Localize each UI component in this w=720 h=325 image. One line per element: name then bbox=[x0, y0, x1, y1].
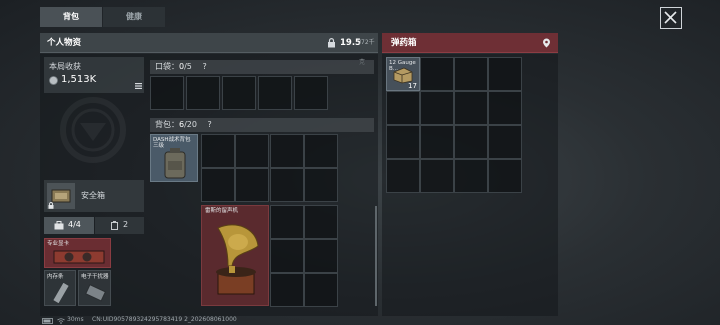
wifi-icon bbox=[57, 318, 65, 324]
tab-backpack[interactable]: 背包 bbox=[40, 7, 102, 27]
close-button[interactable] bbox=[660, 7, 682, 29]
memory-item-label: 内存条 bbox=[47, 274, 64, 280]
location-pin-icon[interactable] bbox=[542, 38, 551, 48]
ammo-cell[interactable] bbox=[386, 159, 420, 193]
backpack-cell[interactable] bbox=[304, 168, 338, 202]
ammo-header: 弹药箱 bbox=[382, 33, 558, 53]
backpack-cell[interactable] bbox=[304, 239, 338, 273]
pocket-slot[interactable] bbox=[186, 76, 220, 110]
backpack-cell[interactable] bbox=[201, 134, 235, 168]
ammo-cell[interactable] bbox=[420, 159, 454, 193]
backpack-cell[interactable] bbox=[304, 273, 338, 307]
backpack-label: 背包： bbox=[155, 120, 179, 129]
earnings-label: 本局收获 bbox=[49, 62, 81, 71]
jammer-item-label: 电子干扰器 bbox=[81, 274, 109, 280]
ammo-cell[interactable] bbox=[488, 57, 522, 91]
pocket-header: 口袋：0/5 ? bbox=[150, 60, 374, 74]
gramophone-icon bbox=[216, 224, 259, 295]
gpu-item-label: 专业显卡 bbox=[47, 241, 70, 247]
backpack-cell[interactable] bbox=[270, 239, 304, 273]
ping-text: 30ms bbox=[67, 316, 84, 323]
ammo-cell[interactable] bbox=[488, 91, 522, 125]
personal-scrollbar[interactable] bbox=[375, 206, 377, 306]
backpack-cell[interactable] bbox=[304, 134, 338, 168]
backpack-cell[interactable] bbox=[235, 134, 269, 168]
pocket-capacity: /5 bbox=[184, 62, 192, 71]
ammo-cell[interactable] bbox=[420, 91, 454, 125]
ammo-cell[interactable] bbox=[386, 125, 420, 159]
pocket-help-icon[interactable]: ? bbox=[202, 62, 206, 71]
jammer-item[interactable]: 电子干扰器 bbox=[78, 270, 111, 306]
backpack-header: 背包：6/20 ? bbox=[150, 118, 374, 132]
earnings-box[interactable]: 本局收获 1,513K bbox=[44, 57, 144, 93]
gramophone-label: 雷斯的留声机 bbox=[205, 208, 239, 214]
ammo-item[interactable]: 12 Gauge B... 17 bbox=[386, 57, 420, 91]
ammo-cell[interactable] bbox=[454, 57, 488, 91]
backpack-cell[interactable] bbox=[304, 205, 338, 239]
backpack-cell[interactable] bbox=[235, 168, 269, 202]
lock-icon bbox=[328, 38, 335, 48]
tab-health[interactable]: 健康 bbox=[103, 7, 165, 27]
ammo-cell[interactable] bbox=[488, 159, 522, 193]
pocket-slot[interactable] bbox=[294, 76, 328, 110]
coin-icon bbox=[49, 76, 58, 85]
toolbox-icon bbox=[54, 221, 64, 230]
uid-text: CN:UID905789324295783419 2_202608061000 bbox=[92, 316, 237, 323]
battery-icon bbox=[111, 221, 118, 230]
backpack-cell[interactable] bbox=[201, 168, 235, 202]
safe-box-label: 安全箱 bbox=[81, 191, 105, 200]
ammo-item-count: 17 bbox=[408, 82, 417, 90]
weight-current: 19.5 bbox=[340, 38, 361, 48]
ammo-cell[interactable] bbox=[420, 125, 454, 159]
backpack-help-icon[interactable]: ? bbox=[208, 120, 212, 129]
memory-item[interactable]: 内存条 bbox=[44, 270, 76, 306]
gpu-icon bbox=[53, 250, 105, 264]
safe-box-thumb bbox=[47, 183, 75, 209]
ammo-title: 弹药箱 bbox=[391, 38, 417, 48]
backpack-cell[interactable] bbox=[270, 168, 304, 202]
backpack-cell[interactable] bbox=[270, 205, 304, 239]
close-icon bbox=[664, 11, 677, 24]
personal-title: 个人物资 bbox=[47, 38, 82, 48]
ammo-cell[interactable] bbox=[454, 159, 488, 193]
ammo-cell[interactable] bbox=[386, 91, 420, 125]
backpack-cell[interactable] bbox=[270, 273, 304, 307]
battery-status-icon bbox=[42, 318, 53, 324]
pocket-slot[interactable] bbox=[150, 76, 184, 110]
tab-equipment-label: 4/4 bbox=[68, 220, 81, 229]
pocket-slot[interactable] bbox=[258, 76, 292, 110]
backpack-capacity: /20 bbox=[184, 120, 197, 129]
tab-equipment[interactable]: 4/4 bbox=[44, 217, 94, 234]
backpack-icon bbox=[164, 148, 186, 179]
jammer-icon bbox=[85, 284, 107, 302]
gpu-item[interactable]: 专业显卡 bbox=[44, 238, 111, 268]
pocket-slot[interactable] bbox=[222, 76, 256, 110]
memory-icon bbox=[53, 283, 69, 303]
ammo-cell[interactable] bbox=[454, 125, 488, 159]
pocket-label: 口袋： bbox=[155, 62, 179, 71]
tab-consumables[interactable]: 2 bbox=[95, 217, 144, 234]
earnings-value: 1,513K bbox=[61, 74, 97, 85]
list-icon bbox=[135, 83, 142, 89]
safe-box-slot[interactable]: 安全箱 bbox=[44, 180, 144, 212]
ammo-cell[interactable] bbox=[454, 91, 488, 125]
backpack-equip-slot[interactable]: DASH战术背包 三级 bbox=[150, 134, 198, 182]
gramophone-item[interactable]: 雷斯的留声机 bbox=[201, 205, 269, 306]
tab-consumables-label: 2 bbox=[123, 220, 129, 229]
lock-icon bbox=[48, 202, 54, 209]
ammo-cell[interactable] bbox=[420, 57, 454, 91]
personal-header: 个人物资 19.5 /72千克 bbox=[40, 33, 406, 66]
backpack-cell[interactable] bbox=[270, 134, 304, 168]
safe-box-icon bbox=[51, 189, 71, 203]
ammo-cell[interactable] bbox=[488, 125, 522, 159]
emblem-watermark-icon bbox=[60, 97, 126, 163]
